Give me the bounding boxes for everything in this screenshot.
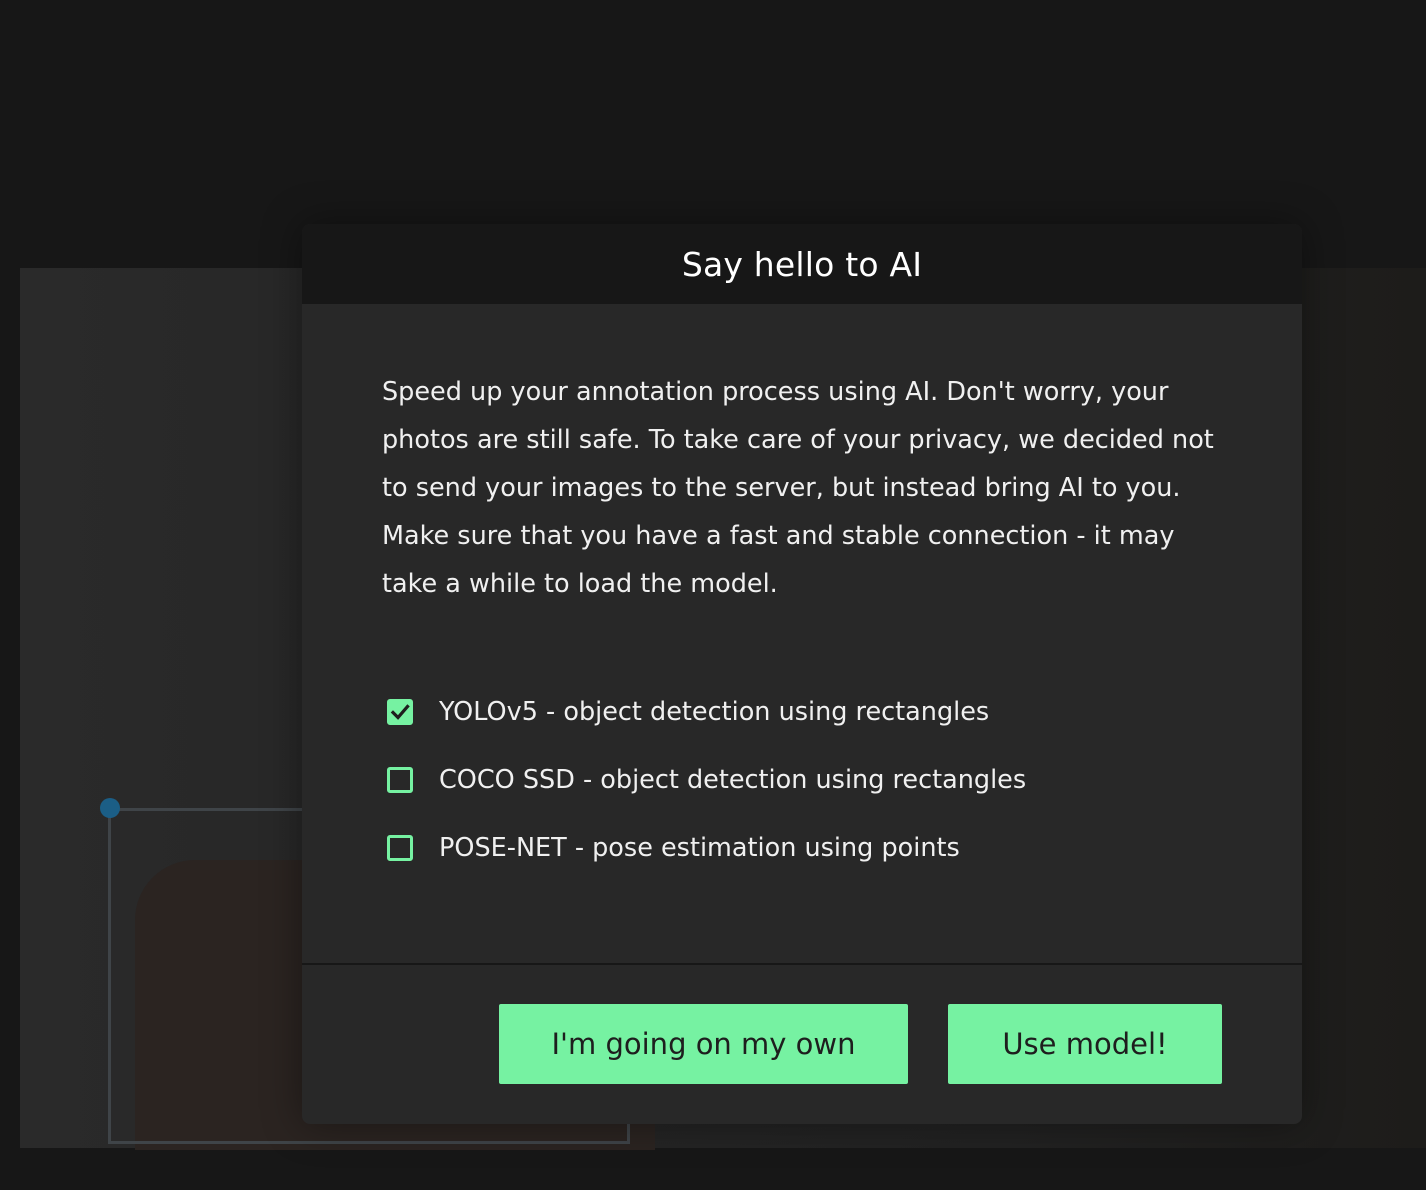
checkbox-unchecked-icon[interactable] (387, 835, 413, 861)
option-yolov5[interactable]: YOLOv5 - object detection using rectangl… (382, 678, 1222, 746)
option-label: YOLOv5 - object detection using rectangl… (439, 697, 990, 727)
ai-popup: Say hello to AI Speed up your annotation… (302, 224, 1302, 1124)
use-model-button[interactable]: Use model! (948, 1003, 1222, 1084)
popup-body: Speed up your annotation process using A… (302, 304, 1302, 965)
go-on-my-own-button[interactable]: I'm going on my own (499, 1003, 908, 1084)
popup-footer: I'm going on my own Use model! (302, 965, 1302, 1122)
checkbox-unchecked-icon[interactable] (387, 767, 413, 793)
option-pose-net[interactable]: POSE-NET - pose estimation using points (382, 814, 1222, 882)
popup-header: Say hello to AI (302, 224, 1302, 304)
option-coco-ssd[interactable]: COCO SSD - object detection using rectan… (382, 746, 1222, 814)
popup-title: Say hello to AI (681, 244, 923, 284)
option-label: POSE-NET - pose estimation using points (439, 833, 960, 863)
model-options-list: YOLOv5 - object detection using rectangl… (382, 678, 1222, 882)
annotation-handle (100, 798, 120, 818)
option-label: COCO SSD - object detection using rectan… (439, 765, 1027, 795)
checkbox-checked-icon[interactable] (387, 699, 413, 725)
popup-description: Speed up your annotation process using A… (382, 377, 1214, 599)
